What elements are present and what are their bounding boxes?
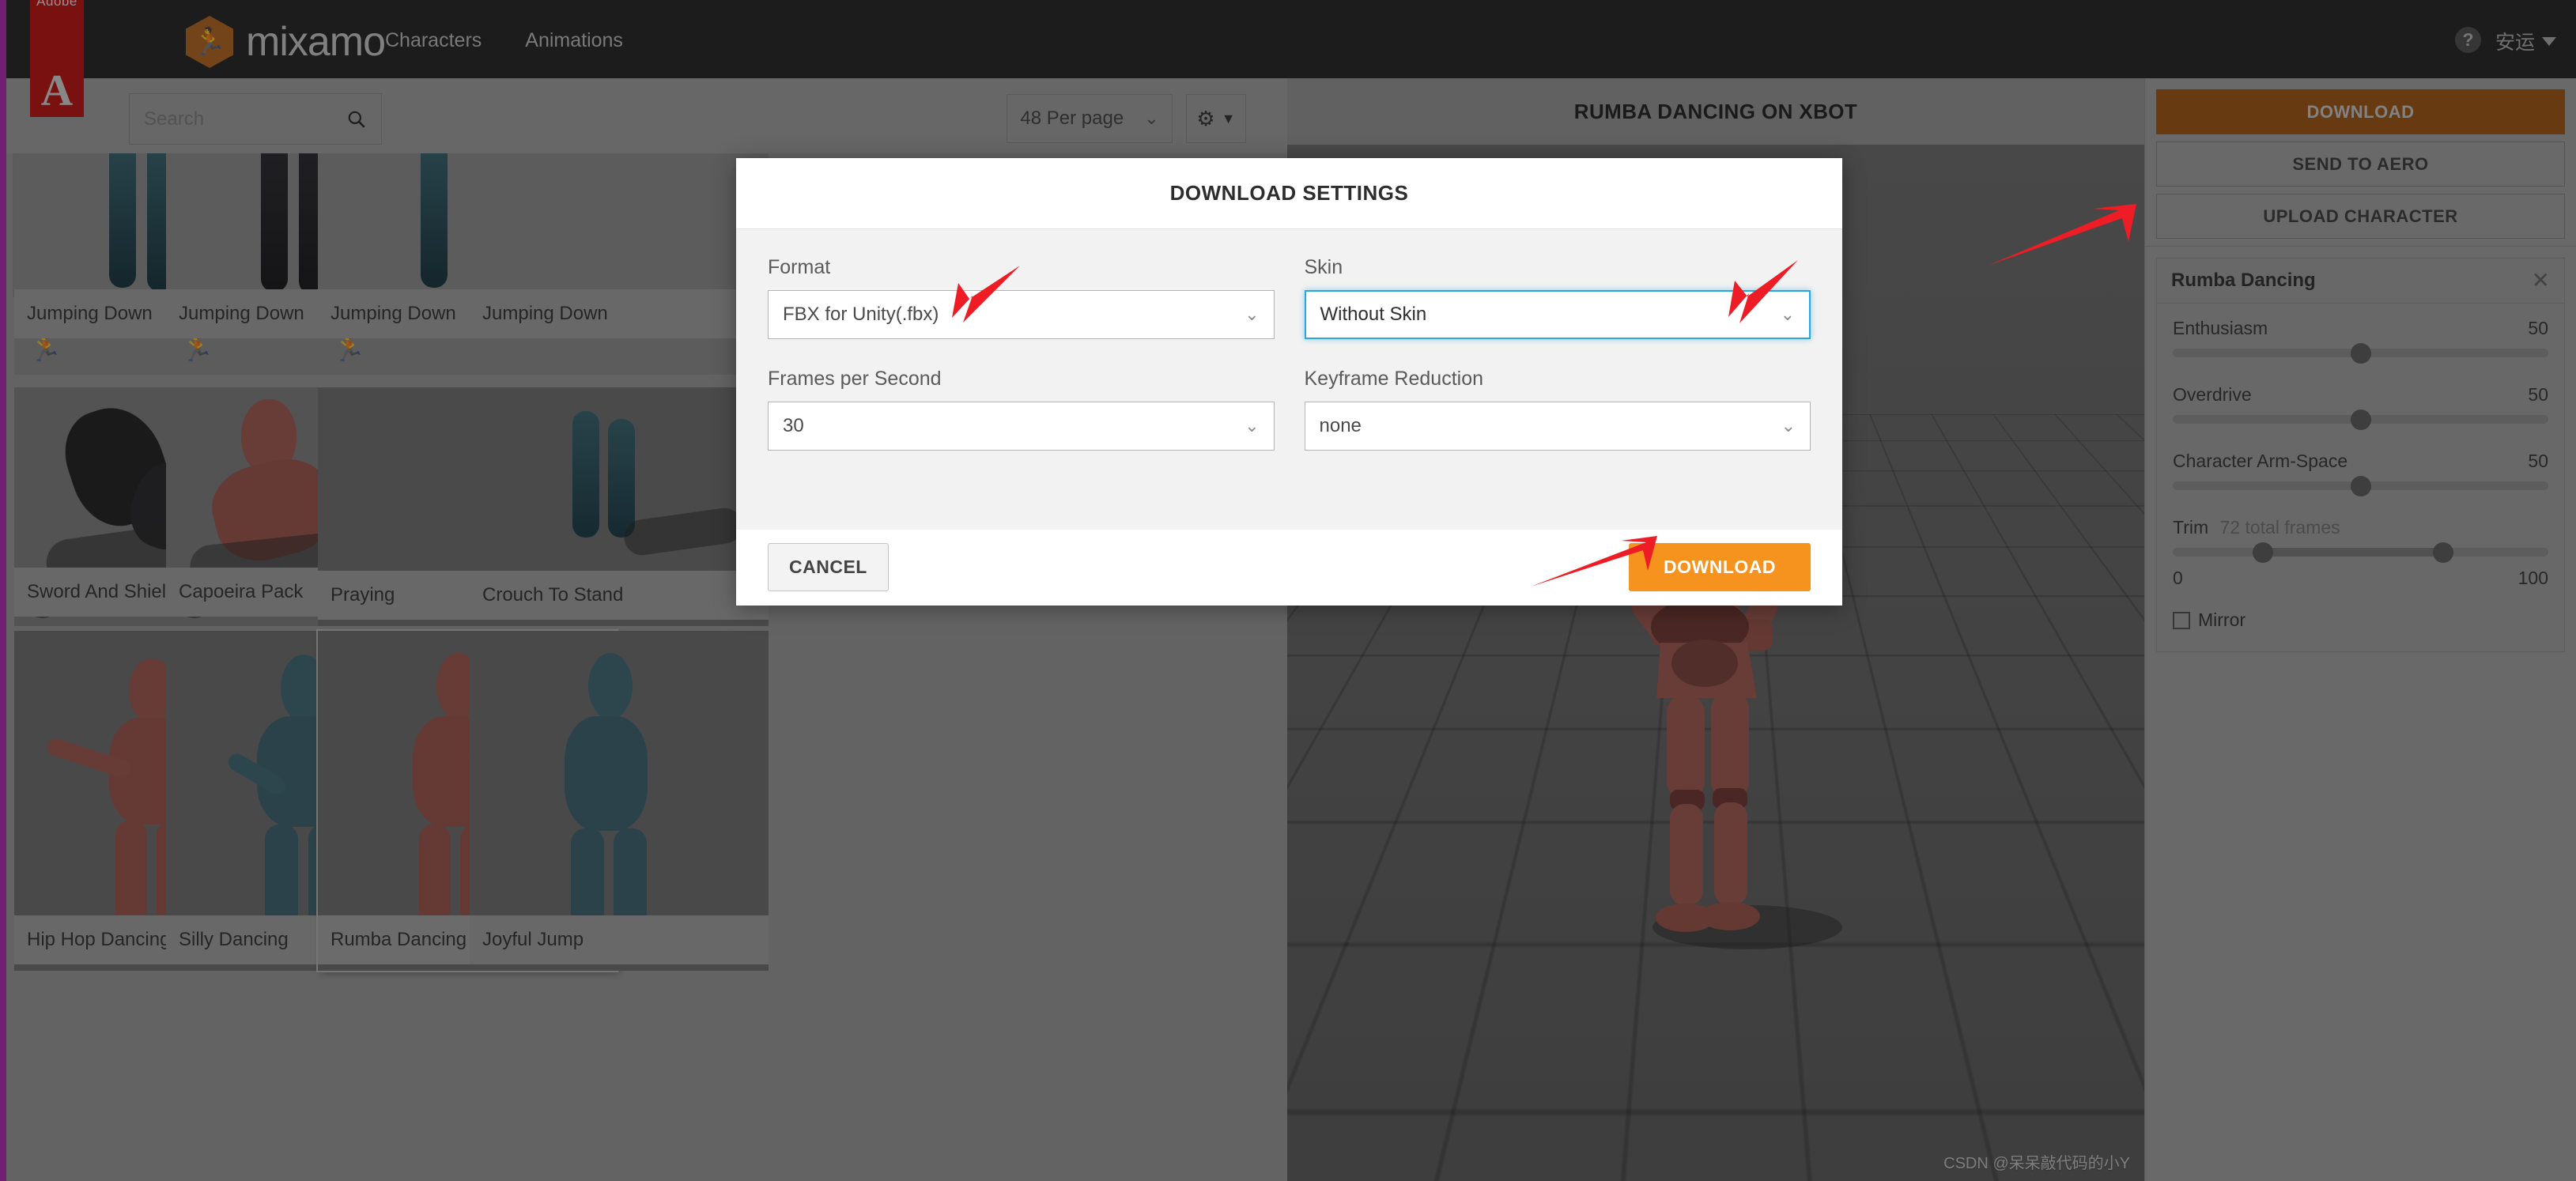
modal-header: DOWNLOAD SETTINGS (736, 158, 1842, 229)
chevron-down-icon: ⌄ (1245, 304, 1260, 324)
cancel-button[interactable]: CANCEL (768, 543, 889, 591)
keyframe-reduction-label: Keyframe Reduction (1304, 368, 1484, 390)
annotation-arrow-skin (1728, 260, 1798, 323)
keyframe-reduction-value: none (1319, 415, 1362, 436)
modal-footer: CANCEL DOWNLOAD (736, 530, 1842, 605)
fps-value: 30 (783, 415, 804, 436)
modal-body: Format FBX for Unity(.fbx) ⌄ Skin Withou… (736, 229, 1842, 530)
modal-title: DOWNLOAD SETTINGS (1169, 181, 1409, 205)
chevron-down-icon: ⌄ (1245, 416, 1260, 436)
fps-label: Frames per Second (768, 368, 942, 390)
fps-select[interactable]: 30 ⌄ (768, 402, 1275, 451)
annotation-arrow-format (952, 266, 1020, 323)
keyframe-reduction-select[interactable]: none ⌄ (1304, 402, 1811, 451)
annotation-arrow-download-modal (1531, 536, 1657, 587)
chevron-down-icon: ⌄ (1781, 416, 1796, 436)
app-root: 🏃 mixamo Characters Animations ? 安运 Adob… (0, 0, 2576, 1181)
skin-value: Without Skin (1320, 304, 1427, 325)
download-settings-modal: DOWNLOAD SETTINGS Format FBX for Unity(.… (736, 158, 1842, 606)
format-value: FBX for Unity(.fbx) (783, 304, 939, 325)
annotation-arrow-panel-download (1988, 204, 2136, 266)
